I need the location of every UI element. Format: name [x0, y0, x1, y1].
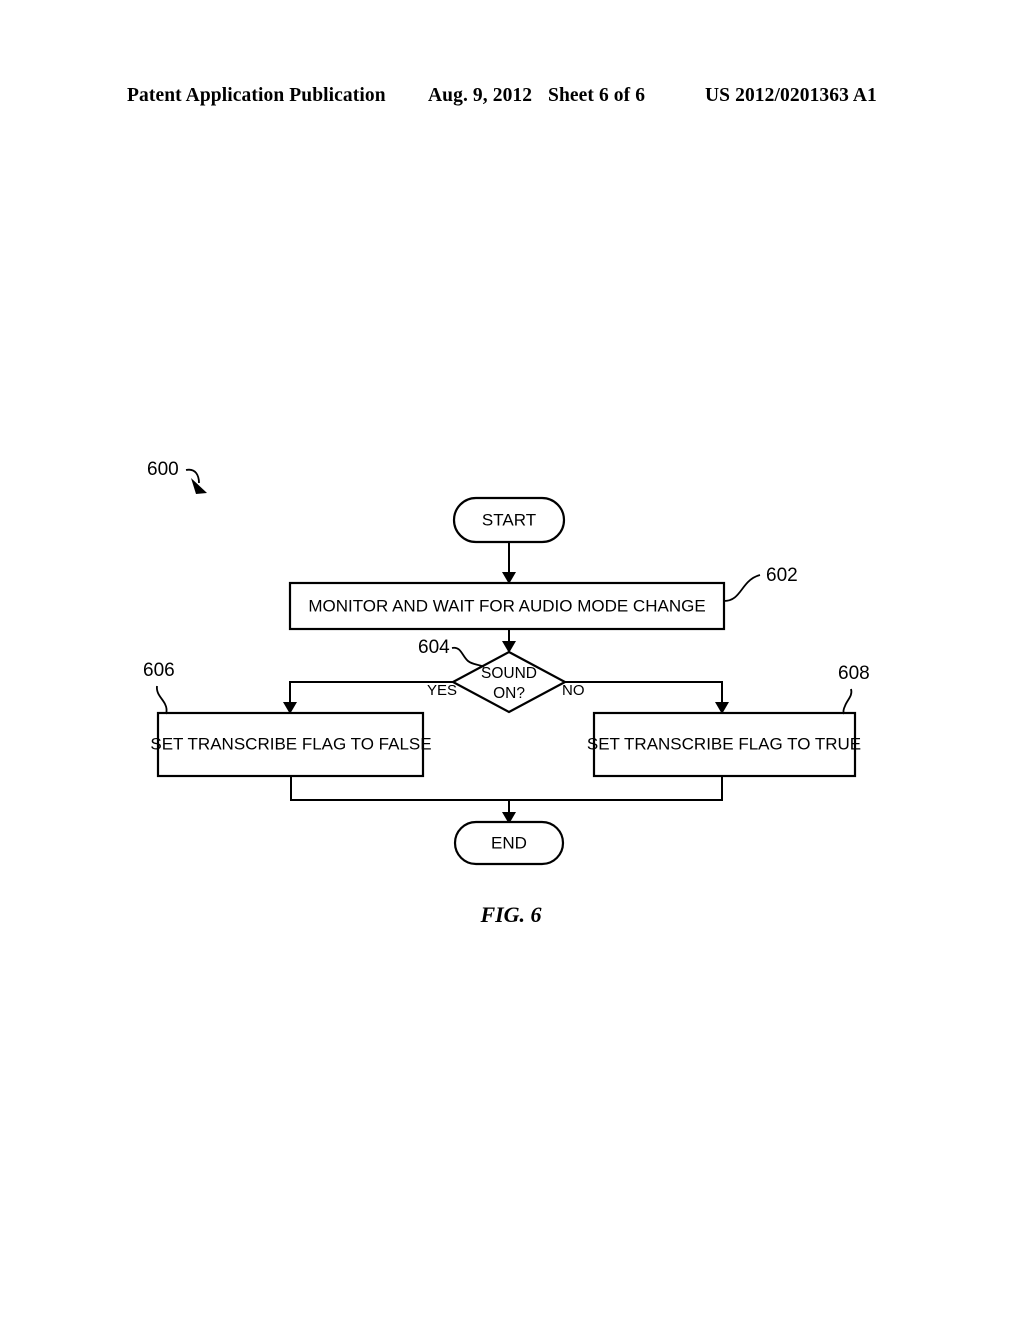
ref-604-leader-line — [451, 646, 485, 668]
flowchart-figure: 600 START MONITOR AND WAIT FOR AUDIO MOD… — [0, 0, 1024, 1320]
patent-figure-page: Patent Application Publication Aug. 9, 2… — [0, 0, 1024, 1320]
branch-label-no: NO — [562, 682, 585, 699]
ref-606-leader-line — [156, 685, 168, 715]
decision-label-line2: ON? — [493, 685, 525, 702]
connector-no-path — [565, 681, 723, 706]
branch-label-yes: YES — [427, 682, 457, 699]
start-node-label: START — [482, 510, 536, 529]
set-transcribe-true-label: SET TRANSCRIBE FLAG TO TRUE — [587, 734, 861, 753]
ref-602-leader-line — [723, 574, 761, 602]
ref-numeral-604: 604 — [418, 637, 450, 658]
set-transcribe-false-label: SET TRANSCRIBE FLAG TO FALSE — [150, 734, 431, 753]
connector-merge-to-end — [290, 776, 723, 801]
ref-numeral-600: 600 — [147, 459, 179, 480]
ref-numeral-602: 602 — [766, 565, 798, 586]
ref-608-leader-line — [842, 688, 853, 715]
ref-numeral-606: 606 — [143, 660, 175, 681]
decision-label-line1: SOUND — [481, 665, 537, 682]
ref-numeral-608: 608 — [838, 663, 870, 684]
monitor-audio-mode-label: MONITOR AND WAIT FOR AUDIO MODE CHANGE — [308, 596, 705, 615]
figure-caption: FIG. 6 — [479, 902, 541, 927]
end-node-label: END — [491, 833, 527, 852]
